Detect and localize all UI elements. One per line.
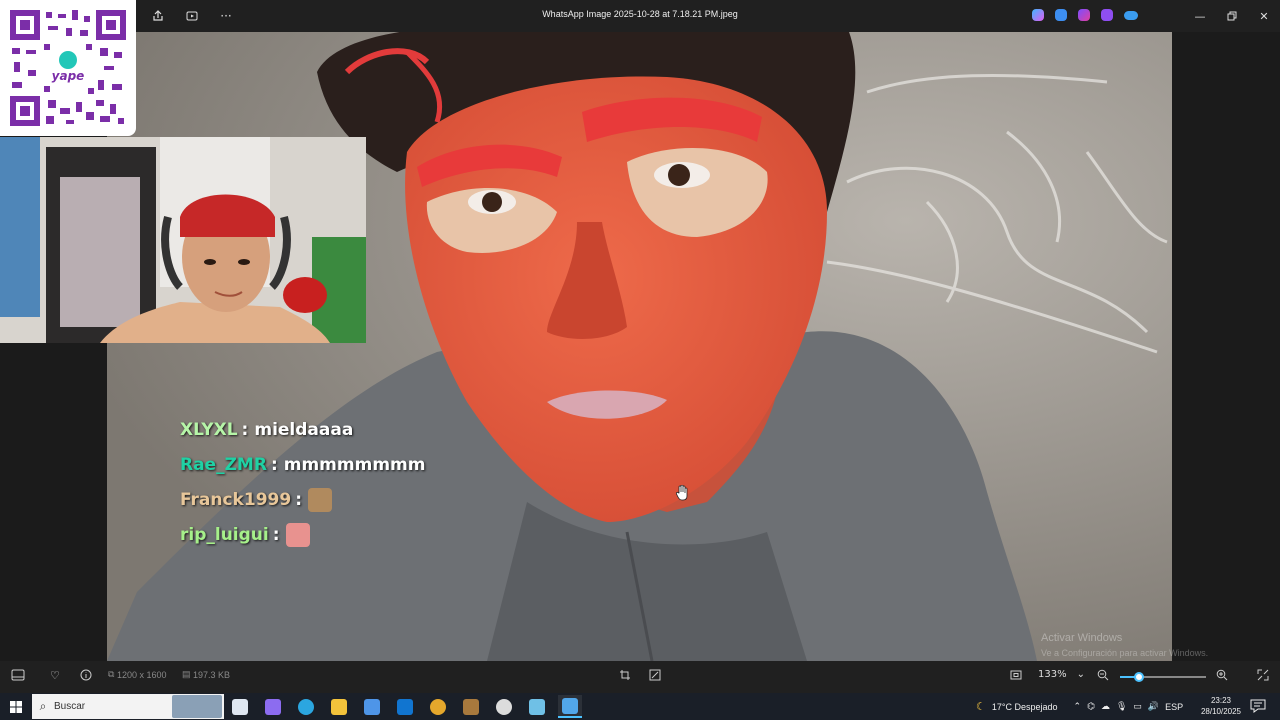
dog-emote (308, 487, 332, 512)
clock-date: 28/10/2025 (1200, 707, 1242, 716)
edit-icon[interactable] (649, 669, 661, 681)
zoom-dropdown[interactable]: 133% ⌄ (1038, 669, 1085, 680)
qr-code-overlay: yape (0, 0, 136, 136)
zoom-level: 133% (1038, 669, 1067, 680)
zoom-slider-thumb[interactable] (1133, 672, 1144, 682)
chrome-icon[interactable] (426, 695, 450, 718)
task-view-icon[interactable] (228, 695, 252, 718)
taskbar-pinned-apps (228, 695, 582, 718)
mic-icon[interactable]: 🎙 (1116, 701, 1127, 712)
chat-message: Franck1999: (180, 482, 425, 517)
crop-icon[interactable] (619, 669, 631, 681)
edge-icon[interactable] (294, 695, 318, 718)
chat-message: Rae_ZMR: mmmmmmmm (180, 447, 425, 482)
webcam-feed (0, 137, 366, 343)
image-dimensions: 1200 x 1600 (116, 669, 167, 680)
fit-to-window-icon[interactable] (1010, 669, 1022, 681)
system-clock[interactable]: 23:23 28/10/2025 (1196, 695, 1246, 717)
stream-chat: XLYXL: mieldaaaa Rae_ZMR: mmmmmmmm Franck199… (180, 412, 425, 552)
window-controls: — ✕ (1184, 0, 1280, 32)
store-icon[interactable] (360, 695, 384, 718)
chat-message: rip_luigui: (180, 517, 425, 552)
bluetooth-icon[interactable]: ⌬ (1087, 701, 1095, 712)
file-explorer-icon[interactable] (327, 695, 351, 718)
chat-username: rip_luigui (180, 524, 269, 545)
pig-emote (285, 522, 310, 547)
activation-watermark-subtitle: Ve a Configuración para activar Windows. (1041, 648, 1209, 658)
qr-code: yape (10, 10, 126, 126)
image-edit-icon[interactable] (1055, 9, 1067, 21)
windows-start-icon[interactable] (0, 693, 32, 720)
maximize-icon[interactable] (1216, 0, 1248, 32)
outlook-icon[interactable] (393, 695, 417, 718)
clock-time: 23:23 (1210, 696, 1232, 705)
favorite-icon[interactable]: ♡ (50, 669, 60, 682)
copilot-icon[interactable] (1032, 9, 1044, 21)
system-tray: ☾ 17°C Despejado ⌃ ⌬ ☁ 🎙 ▭ 🔊 ESP (976, 693, 1183, 720)
photo-illustration (107, 32, 1172, 661)
chevron-up-icon[interactable]: ⌃ (1074, 701, 1082, 712)
app-shortcuts (1032, 6, 1138, 21)
chevron-down-icon: ⌄ (1076, 669, 1085, 680)
input-language[interactable]: ESP (1165, 702, 1183, 712)
screen: ··· WhatsApp Image 2025-10-28 at 7.18.21… (0, 0, 1280, 720)
activation-watermark-title: Activar Windows (1041, 632, 1123, 644)
clipchamp-icon[interactable] (1078, 9, 1090, 21)
volume-icon[interactable]: 🔊 (1148, 701, 1159, 712)
onedrive-tray-icon[interactable]: ☁ (1101, 701, 1110, 712)
copilot-icon[interactable] (261, 695, 285, 718)
search-highlight-image (172, 695, 222, 718)
webcam-overlay (0, 137, 366, 343)
weather-text[interactable]: 17°C Despejado (992, 702, 1058, 712)
zoom-in-icon[interactable] (1216, 669, 1228, 681)
weather-icon[interactable]: ☾ (976, 700, 986, 713)
dimensions-icon: ⧉ 1200 x 1600 (108, 669, 167, 680)
notification-icon[interactable] (1250, 698, 1268, 714)
chat-username: Franck1999 (180, 489, 292, 510)
filmstrip-icon[interactable] (11, 669, 25, 681)
chat-text: mieldaaaa (254, 419, 354, 440)
image-filesize: 197.3 KB (193, 669, 231, 680)
notepad-icon[interactable] (525, 695, 549, 718)
chat-message: XLYXL: mieldaaaa (180, 412, 425, 447)
chat-separator: : (270, 454, 278, 475)
viewer-bottom-toolbar: ♡ ⧉ 1200 x 1600 ▤ 197.3 KB 133% ⌄ (0, 661, 1280, 693)
taskbar-search-box[interactable]: ⌕ Buscar (32, 694, 224, 719)
chat-username: XLYXL (180, 419, 238, 440)
chat-separator: : (272, 524, 280, 545)
obs-icon[interactable] (492, 695, 516, 718)
yape-logo: yape (52, 69, 85, 83)
zoom-out-icon[interactable] (1097, 669, 1109, 681)
network-icon[interactable]: ▭ (1133, 701, 1142, 712)
hand-cursor-icon (676, 484, 688, 505)
close-icon[interactable]: ✕ (1248, 0, 1280, 32)
chat-text: mmmmmmmm (283, 454, 426, 475)
minimize-icon[interactable]: — (1184, 0, 1216, 32)
filesize-icon: ▤ 197.3 KB (182, 669, 231, 680)
zoom-slider[interactable] (1120, 672, 1206, 682)
designer-icon[interactable] (1101, 9, 1113, 21)
photos-icon[interactable] (558, 695, 582, 718)
fullscreen-icon[interactable] (1257, 669, 1269, 681)
title-bar: ··· WhatsApp Image 2025-10-28 at 7.18.21… (0, 0, 1280, 32)
search-icon: ⌕ (39, 699, 47, 713)
search-placeholder: Buscar (54, 701, 86, 712)
photo (107, 32, 1172, 661)
chat-username: Rae_ZMR (180, 454, 267, 475)
box-icon[interactable] (459, 695, 483, 718)
chat-separator: : (241, 419, 249, 440)
onedrive-icon[interactable] (1124, 11, 1138, 20)
info-icon[interactable] (80, 669, 92, 681)
windows-taskbar: ⌕ Buscar ☾ 17°C Despejado ⌃ ⌬ ☁ 🎙 ▭ 🔊 ES… (0, 693, 1280, 720)
chat-separator: : (295, 489, 302, 510)
